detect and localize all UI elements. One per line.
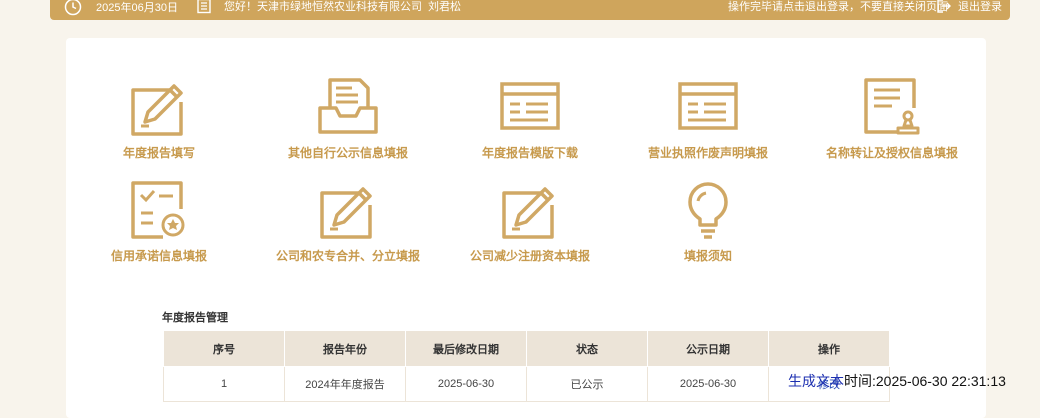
tile-label: 年度报告填写 — [122, 146, 195, 160]
tile-label: 名称转让及授权信息填报 — [825, 146, 958, 160]
column-header: 状态 — [526, 330, 648, 367]
user-name: 刘君松 — [428, 1, 461, 13]
pencil-edit-icon — [320, 187, 372, 239]
tile-template-download[interactable]: 年度报告模版下载 — [440, 76, 620, 161]
table-row: 1 2024年年度报告 2025-06-30 已公示 2025-06-30 修改 — [163, 366, 890, 402]
date-display: 2025年06月30日 — [64, 0, 178, 16]
tile-other-disclosure[interactable]: 其他自行公示信息填报 — [258, 76, 438, 161]
logout-label: 退出登录 — [958, 1, 1002, 13]
status: 已公示 — [526, 366, 648, 402]
column-header: 最后修改日期 — [405, 330, 527, 367]
company-icon — [197, 0, 211, 14]
table-header-row: 序号 报告年份 最后修改日期 状态 公示日期 操作 — [163, 330, 890, 367]
lightbulb-icon — [688, 182, 728, 239]
tile-label: 年度报告模版下载 — [481, 146, 578, 160]
generated-timestamp: 生成文本时间:2025-06-30 22:31:13 — [788, 371, 1006, 391]
current-date: 2025年06月30日 — [96, 2, 178, 14]
tile-label: 填报须知 — [683, 249, 732, 263]
column-header: 公示日期 — [647, 330, 769, 367]
browser-window-icon — [678, 82, 738, 130]
tile-annual-report-fill[interactable]: 年度报告填写 — [69, 76, 249, 161]
document-stamp-icon — [864, 78, 920, 135]
annual-report-table: 序号 报告年份 最后修改日期 状态 公示日期 操作 1 2024年年度报告 20… — [163, 330, 890, 402]
tile-credit-commitment[interactable]: 信用承诺信息填报 — [69, 179, 249, 264]
tile-capital-reduction[interactable]: 公司减少注册资本填报 — [440, 179, 620, 264]
browser-window-icon — [500, 82, 560, 130]
publish-date: 2025-06-30 — [647, 366, 769, 402]
logout-notice: 操作完毕请点击退出登录，不要直接关闭页面 — [728, 1, 948, 13]
row-index: 1 — [163, 366, 285, 402]
top-bar: 2025年06月30日 您好！天津市绿地恒然农业科技有限公司 刘君松 操作完毕请… — [50, 0, 1010, 20]
greeting-text: 您好！天津市绿地恒然农业科技有限公司 — [224, 1, 422, 13]
logout-button[interactable]: 退出登录 — [936, 0, 1002, 14]
last-modified-date: 2025-06-30 — [405, 366, 527, 402]
tile-label: 公司和农专合并、分立填报 — [275, 249, 420, 263]
generated-time: 时间:2025-06-30 22:31:13 — [844, 373, 1006, 389]
pencil-edit-icon — [131, 84, 183, 136]
tile-label: 营业执照作废声明填报 — [647, 146, 768, 160]
tile-label: 其他自行公示信息填报 — [287, 146, 408, 160]
report-year: 2024年年度报告 — [284, 366, 406, 402]
tile-license-void[interactable]: 营业执照作废声明填报 — [618, 76, 798, 161]
tile-merger-split[interactable]: 公司和农专合并、分立填报 — [258, 179, 438, 264]
section-title: 年度报告管理 — [162, 312, 228, 324]
logout-icon — [937, 0, 951, 13]
tile-name-transfer[interactable]: 名称转让及授权信息填报 — [802, 76, 982, 161]
tile-filing-notice[interactable]: 填报须知 — [618, 179, 798, 264]
document-tray-icon — [318, 78, 378, 134]
generated-prefix: 生成文本 — [788, 373, 844, 389]
column-header: 报告年份 — [284, 330, 406, 367]
tile-label: 信用承诺信息填报 — [110, 249, 207, 263]
column-header: 序号 — [163, 330, 285, 367]
user-greeting: 您好！天津市绿地恒然农业科技有限公司 刘君松 — [196, 0, 461, 14]
pencil-edit-icon — [502, 187, 554, 239]
checklist-badge-icon — [131, 181, 185, 239]
clock-icon — [64, 0, 82, 16]
column-header: 操作 — [768, 330, 890, 367]
tile-label: 公司减少注册资本填报 — [469, 249, 590, 263]
